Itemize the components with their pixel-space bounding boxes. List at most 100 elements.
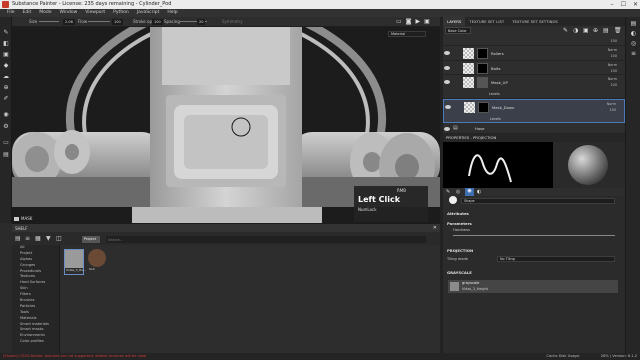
clone-icon[interactable]: ⊕ (2, 84, 10, 91)
minimize-icon[interactable]: – (611, 0, 614, 9)
shader-settings-icon[interactable]: ◎ (630, 40, 637, 47)
flow-slider[interactable] (88, 21, 110, 22)
size-value[interactable]: 2.06 (63, 19, 75, 25)
status-error[interactable]: [Shader] CSSG-Nvidia: textures are not s… (3, 353, 146, 360)
stencil-tab-icon[interactable]: ◉ (465, 188, 474, 196)
camera-icon[interactable]: ▭ (2, 139, 10, 146)
menu-mode[interactable]: Mode (35, 9, 55, 17)
layer-mask-thumbnail[interactable] (477, 63, 488, 74)
visibility-eye-icon[interactable] (444, 127, 450, 131)
eraser-icon[interactable]: ◧ (2, 40, 10, 47)
layer-blend[interactable]: Norm (608, 48, 617, 52)
alpha-tab-icon[interactable]: ◎ (456, 189, 460, 195)
layer-opacity[interactable]: 100 (611, 83, 617, 87)
grid-view-icon[interactable]: ▦ (35, 235, 41, 242)
screenshot-icon[interactable]: ◙ (406, 17, 412, 26)
shelf-close-icon[interactable]: ✕ (433, 224, 437, 233)
add-effect-icon[interactable]: ✎ (563, 27, 568, 34)
visibility-eye-icon[interactable] (444, 66, 450, 70)
layer-row[interactable]: Bolts Norm 100 (443, 61, 625, 75)
tag-icon[interactable]: ◫ (56, 235, 62, 242)
stroke-opacity-value[interactable]: 100 (152, 19, 163, 25)
tiling-mode-dropdown[interactable]: No Tiling (497, 256, 615, 262)
menu-help[interactable]: Help (163, 9, 181, 17)
filter-tag[interactable]: Project (82, 236, 100, 243)
camera-mode-icon[interactable]: ▭ (396, 17, 402, 26)
add-folder-icon[interactable]: ▤ (603, 27, 609, 34)
brush-tab-icon[interactable]: ✎ (446, 189, 450, 195)
menu-viewport[interactable]: Viewport (81, 9, 109, 17)
visibility-eye-icon[interactable] (445, 105, 451, 109)
layer-row[interactable]: Rollers Norm 100 (443, 46, 625, 61)
picker-icon[interactable]: ✐ (2, 95, 10, 102)
log-icon[interactable]: ≡ (630, 50, 637, 57)
display-icon[interactable]: ▤ (2, 151, 10, 158)
flow-value[interactable]: 100 (112, 19, 123, 25)
layer-row[interactable]: 100 (443, 35, 625, 46)
shelf-search-input[interactable] (106, 236, 426, 243)
3d-viewport[interactable]: Material RMB Left Click NumLock MASK (12, 27, 440, 223)
shelf-toolbar: ▤ ≡ ▦ ▼ ◫ Project (12, 233, 440, 245)
shape-dropdown[interactable]: Shape (461, 198, 615, 204)
close-icon[interactable]: ✕ (633, 0, 638, 9)
layer-opacity[interactable]: 100 (611, 69, 617, 73)
smudge-icon[interactable]: ☁ (2, 73, 10, 80)
layer-effect-label[interactable]: Levels (489, 92, 500, 96)
bake-icon[interactable]: ◉ (2, 111, 10, 118)
layer-blend[interactable]: Norm (608, 63, 617, 67)
shelf-item[interactable]: Soil (88, 249, 108, 275)
render-icon[interactable]: ▶ (416, 17, 421, 26)
settings-icon[interactable]: ⚙ (2, 123, 10, 130)
hardness-slider[interactable] (453, 235, 615, 236)
filter-icon[interactable]: ▼ (46, 235, 51, 242)
menu-javascript[interactable]: JavaScript (133, 9, 164, 17)
visibility-eye-icon[interactable] (444, 80, 450, 84)
layer-mask-thumbnail[interactable] (478, 102, 489, 113)
layer-opacity[interactable]: 100 (611, 54, 617, 58)
material-tab-icon[interactable]: ◐ (477, 189, 481, 195)
layer-blend[interactable]: Norm (608, 77, 617, 81)
menu-edit[interactable]: Edit (19, 9, 36, 17)
add-layer-icon[interactable]: ⊕ (593, 27, 598, 34)
menu-file[interactable]: File (3, 9, 19, 17)
channel-dropdown[interactable]: Base Color (445, 27, 471, 34)
grayscale-slot[interactable]: grayscale Vidas_3_Height (448, 280, 618, 293)
add-mask-icon[interactable]: ◑ (573, 27, 578, 34)
list-view-icon[interactable]: ≡ (25, 235, 30, 242)
symmetry-label[interactable]: Symmetry (222, 17, 243, 27)
paint-brush-icon[interactable]: ✎ (2, 29, 10, 36)
layer-row[interactable]: ▤ Hose (443, 123, 625, 134)
parameters-header[interactable]: Parameters (447, 221, 472, 226)
layer-blend[interactable]: Norm (607, 102, 616, 106)
display-settings-icon[interactable]: ▣ (424, 17, 430, 26)
folder-icon[interactable]: ▤ (15, 235, 21, 242)
property-tabs: ✎ ◎ ◉ ◐ (443, 188, 625, 196)
geometry-fill-icon[interactable]: ◆ (2, 62, 10, 69)
attributes-header[interactable]: Attributes (447, 211, 469, 216)
projection-icon[interactable]: ▣ (2, 51, 10, 58)
add-fill-icon[interactable]: ▣ (583, 27, 589, 34)
dock-icon[interactable]: ▤ (630, 20, 637, 27)
tab-texture-set-settings[interactable]: TEXTURE SET SETTINGS (508, 17, 562, 26)
layer-row[interactable]: Mask_UP Norm 100 Levels (443, 75, 625, 99)
category-color-profiles[interactable]: Color profiles (12, 339, 59, 345)
tab-texture-set-list[interactable]: TEXTURE SET LIST (465, 17, 508, 26)
display-settings-dock-icon[interactable]: ◐ (630, 30, 637, 37)
layer-row-selected[interactable]: Mask_Down Norm 100 Levels (443, 99, 625, 123)
maximize-icon[interactable]: ☐ (621, 0, 626, 9)
menu-python[interactable]: Python (109, 9, 133, 17)
layer-effect-label[interactable]: Levels (490, 117, 501, 121)
layer-mask-thumbnail[interactable] (477, 48, 488, 59)
layer-mask-thumbnail[interactable] (477, 77, 488, 88)
layer-opacity[interactable]: 100 (610, 108, 616, 112)
shelf-item[interactable]: Vidas_3_He... (64, 249, 86, 275)
spacing-value[interactable]: 20 (197, 19, 206, 25)
mask-indicator[interactable]: MASK (14, 216, 32, 221)
viewport-material-dropdown[interactable]: Material (388, 31, 426, 37)
alpha-shape-swatch[interactable] (449, 196, 457, 204)
tab-layers[interactable]: LAYERS (443, 17, 466, 26)
delete-icon[interactable]: 🗑 (614, 27, 622, 34)
menu-window[interactable]: Window (56, 9, 82, 17)
visibility-eye-icon[interactable] (444, 51, 450, 55)
size-slider[interactable] (39, 21, 59, 22)
